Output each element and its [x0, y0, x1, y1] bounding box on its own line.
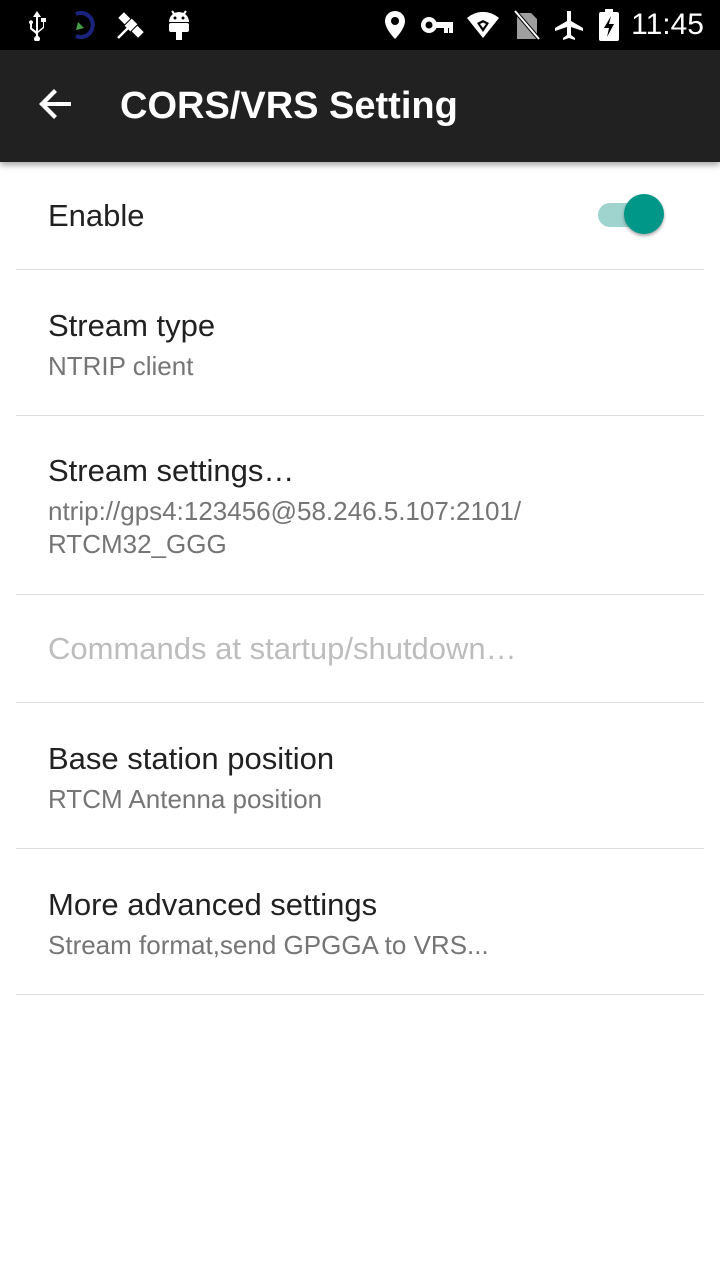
- airplane-mode-icon: [552, 8, 586, 42]
- android-icon: [162, 8, 196, 42]
- pref-enable-title: Enable: [48, 198, 145, 233]
- pref-base-station-summary: RTCM Antenna position: [48, 784, 323, 814]
- page-title: CORS/VRS Setting: [120, 85, 458, 127]
- usb-icon: [20, 8, 54, 42]
- pref-base-station-title: Base station position: [48, 741, 335, 776]
- back-button[interactable]: [28, 78, 84, 134]
- pref-advanced[interactable]: More advanced settings Stream format,sen…: [16, 849, 704, 995]
- preference-list: Enable Stream type NTRIP client Stream s…: [0, 162, 720, 995]
- pref-stream-settings-summary: ntrip://gps4:123456@58.246.5.107:2101/ R…: [48, 496, 522, 559]
- pref-stream-type-title: Stream type: [48, 308, 216, 343]
- arrow-back-icon: [39, 87, 73, 126]
- pref-stream-type[interactable]: Stream type NTRIP client: [16, 270, 704, 416]
- pref-stream-type-summary: NTRIP client: [48, 351, 194, 381]
- pref-advanced-title: More advanced settings: [48, 887, 378, 922]
- pref-stream-settings[interactable]: Stream settings… ntrip://gps4:123456@58.…: [16, 416, 704, 595]
- pref-commands[interactable]: Commands at startup/shutdown…: [16, 595, 704, 703]
- pref-advanced-summary: Stream format,send GPGGA to VRS...: [48, 930, 489, 960]
- location-icon: [378, 8, 412, 42]
- sync-icon: [66, 8, 100, 42]
- no-sim-icon: [510, 8, 544, 42]
- wifi-icon: [466, 8, 500, 42]
- switch-thumb: [624, 194, 664, 234]
- pref-enable[interactable]: Enable: [16, 162, 704, 270]
- status-bar: 11:45: [0, 0, 720, 50]
- pref-stream-settings-title: Stream settings…: [48, 453, 295, 488]
- pref-base-station[interactable]: Base station position RTCM Antenna posit…: [16, 703, 704, 849]
- enable-switch[interactable]: [596, 194, 666, 236]
- satellite-icon: [114, 8, 148, 42]
- status-time: 11:45: [631, 8, 704, 41]
- app-bar: CORS/VRS Setting: [0, 50, 720, 162]
- vpn-key-icon: [420, 8, 454, 42]
- pref-commands-title: Commands at startup/shutdown…: [48, 631, 517, 666]
- battery-charging-icon: [592, 8, 626, 42]
